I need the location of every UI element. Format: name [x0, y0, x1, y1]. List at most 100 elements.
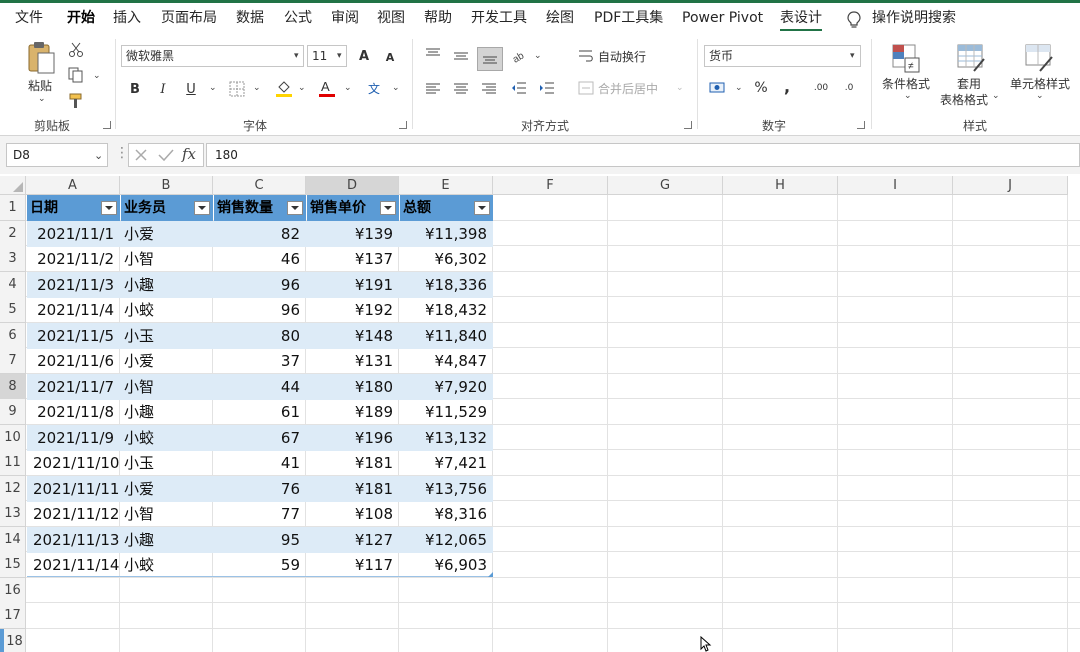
- column-header-i[interactable]: I: [838, 176, 953, 195]
- table-cell[interactable]: 61: [214, 399, 306, 425]
- table-cell[interactable]: ¥13,756: [400, 476, 493, 502]
- accounting-format-icon[interactable]: [709, 80, 727, 96]
- format-as-table-button[interactable]: 表格格式: [940, 91, 988, 108]
- select-all-button[interactable]: [0, 176, 26, 195]
- filter-dropdown-icon[interactable]: [194, 201, 210, 215]
- align-right-icon[interactable]: [481, 83, 497, 95]
- align-top-icon[interactable]: [425, 48, 441, 60]
- merge-center-button[interactable]: 合并后居中: [598, 80, 658, 97]
- format-painter-icon[interactable]: [68, 93, 84, 109]
- table-cell[interactable]: 2021/11/14: [27, 552, 120, 578]
- paste-dropdown[interactable]: ⌄: [38, 94, 46, 104]
- table-cell[interactable]: 2021/11/10: [27, 450, 120, 476]
- merge-center-icon[interactable]: [578, 81, 594, 95]
- phonetic-guide-button[interactable]: 文: [365, 79, 383, 97]
- table-cell[interactable]: ¥18,432: [400, 297, 493, 323]
- format-as-table-icon[interactable]: [956, 43, 986, 73]
- grow-font-button[interactable]: A: [355, 47, 373, 65]
- table-cell[interactable]: ¥181: [307, 476, 399, 502]
- row-header-5[interactable]: 5: [0, 297, 26, 323]
- format-as-table-label-1[interactable]: 套用: [957, 75, 981, 92]
- table-cell[interactable]: 小趣: [121, 527, 213, 553]
- row-header-10[interactable]: 10: [0, 424, 26, 451]
- row-header-1[interactable]: 1: [0, 195, 26, 221]
- table-cell[interactable]: ¥148: [307, 323, 399, 349]
- column-header-h[interactable]: H: [723, 176, 838, 195]
- percent-style-button[interactable]: %: [752, 79, 770, 97]
- tab-view[interactable]: 视图: [377, 7, 405, 31]
- conditional-formatting-icon[interactable]: ≠: [891, 43, 921, 73]
- align-middle-icon[interactable]: [453, 52, 469, 64]
- tab-home[interactable]: 开始: [67, 7, 95, 31]
- table-cell[interactable]: 小玉: [121, 323, 213, 349]
- row-header-18[interactable]: 18: [0, 628, 26, 652]
- table-cell[interactable]: ¥11,840: [400, 323, 493, 349]
- tell-me-search[interactable]: 操作说明搜索: [872, 7, 956, 31]
- column-header-j[interactable]: J: [953, 176, 1068, 195]
- table-cell[interactable]: 小智: [121, 374, 213, 400]
- table-cell[interactable]: ¥189: [307, 399, 399, 425]
- row-header-4[interactable]: 4: [0, 271, 26, 298]
- table-cell[interactable]: 44: [214, 374, 306, 400]
- borders-icon[interactable]: [229, 81, 245, 97]
- table-cell[interactable]: 小趣: [121, 272, 213, 298]
- table-cell[interactable]: 37: [214, 348, 306, 374]
- table-cell[interactable]: ¥7,421: [400, 450, 493, 476]
- comma-style-button[interactable]: ,: [780, 77, 794, 96]
- table-cell[interactable]: 小蛟: [121, 425, 213, 451]
- cell-styles-icon[interactable]: [1024, 43, 1054, 73]
- italic-button[interactable]: I: [154, 80, 172, 98]
- tab-data[interactable]: 数据: [236, 7, 264, 31]
- column-header-c[interactable]: C: [213, 176, 306, 195]
- alignment-launcher-icon[interactable]: [684, 121, 692, 129]
- table-cell[interactable]: 小趣: [121, 399, 213, 425]
- name-box[interactable]: D8: [6, 143, 108, 167]
- table-cell[interactable]: ¥139: [307, 221, 399, 247]
- conditional-formatting-button[interactable]: 条件格式: [882, 75, 930, 92]
- table-cell[interactable]: ¥117: [307, 552, 399, 578]
- row-header-2[interactable]: 2: [0, 220, 26, 247]
- row-header-17[interactable]: 17: [0, 603, 26, 629]
- table-cell[interactable]: ¥191: [307, 272, 399, 298]
- copy-dropdown[interactable]: ⌄: [93, 71, 101, 81]
- table-cell[interactable]: ¥4,847: [400, 348, 493, 374]
- enter-check-icon[interactable]: [158, 148, 174, 162]
- table-cell[interactable]: ¥6,302: [400, 246, 493, 272]
- row-header-11[interactable]: 11: [0, 450, 26, 476]
- decrease-decimal-button[interactable]: .0: [838, 79, 860, 97]
- table-cell[interactable]: 2021/11/13: [27, 527, 120, 553]
- tab-developer[interactable]: 开发工具: [471, 7, 527, 31]
- column-header-a[interactable]: A: [26, 176, 120, 195]
- table-cell[interactable]: 76: [214, 476, 306, 502]
- table-cell[interactable]: 小爱: [121, 348, 213, 374]
- cut-icon[interactable]: [68, 42, 84, 58]
- filter-dropdown-icon[interactable]: [380, 201, 396, 215]
- table-cell[interactable]: 80: [214, 323, 306, 349]
- table-cell[interactable]: 2021/11/5: [27, 323, 120, 349]
- cell-styles-button[interactable]: 单元格样式: [1010, 75, 1070, 92]
- increase-indent-icon[interactable]: [539, 81, 555, 95]
- wrap-text-button[interactable]: 自动换行: [598, 48, 646, 65]
- table-cell[interactable]: 2021/11/8: [27, 399, 120, 425]
- table-cell[interactable]: 41: [214, 450, 306, 476]
- row-header-8[interactable]: 8: [0, 373, 26, 400]
- row-header-6[interactable]: 6: [0, 322, 26, 349]
- table-cell[interactable]: 小智: [121, 501, 213, 527]
- table-cell[interactable]: ¥7,920: [400, 374, 493, 400]
- row-header-9[interactable]: 9: [0, 399, 26, 425]
- tab-power-pivot[interactable]: Power Pivot: [682, 7, 763, 31]
- table-cell[interactable]: 77: [214, 501, 306, 527]
- table-cell[interactable]: ¥127: [307, 527, 399, 553]
- table-cell[interactable]: 小爱: [121, 476, 213, 502]
- table-cell[interactable]: ¥8,316: [400, 501, 493, 527]
- table-cell[interactable]: 小智: [121, 246, 213, 272]
- table-cell[interactable]: 2021/11/11: [27, 476, 120, 502]
- worksheet-grid[interactable]: A B C D E F G H I J 1 2 3 4 5 6 7 8 9 10 11 12 13 14 15 16 17 18 日期业…: [0, 174, 1080, 652]
- column-header-e[interactable]: E: [399, 176, 493, 195]
- table-cell[interactable]: 2021/11/2: [27, 246, 120, 272]
- table-cell[interactable]: 96: [214, 297, 306, 323]
- tab-table-design[interactable]: 表设计: [780, 7, 822, 31]
- row-header-16[interactable]: 16: [0, 577, 26, 604]
- column-header-f[interactable]: F: [493, 176, 608, 195]
- tab-help[interactable]: 帮助: [424, 7, 452, 31]
